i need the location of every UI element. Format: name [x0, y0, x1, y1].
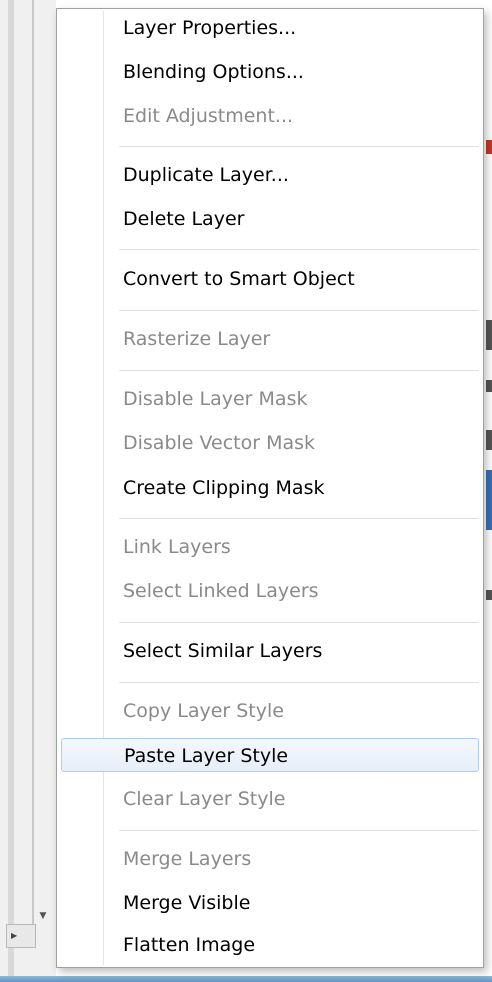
menu-item-delete-layer[interactable]: Delete Layer — [61, 202, 479, 236]
menu-item-copy-layer-style: Copy Layer Style — [61, 694, 479, 728]
layer-context-menu: Layer Properties... Blending Options... … — [56, 8, 484, 968]
background-right-edge — [484, 0, 492, 982]
menu-separator — [119, 370, 479, 372]
menu-separator — [119, 682, 479, 684]
taskbar-edge — [0, 976, 492, 982]
menu-item-flatten-image[interactable]: Flatten Image — [61, 928, 479, 962]
menu-item-disable-layer-mask: Disable Layer Mask — [61, 382, 479, 416]
menu-item-edit-adjustment: Edit Adjustment... — [61, 99, 479, 133]
menu-item-blending-options[interactable]: Blending Options... — [61, 55, 479, 89]
scroll-right-arrow-icon: ▶ — [11, 931, 18, 940]
menu-item-label: Edit Adjustment... — [123, 105, 294, 127]
menu-item-convert-to-smart-object[interactable]: Convert to Smart Object — [61, 262, 479, 296]
menu-item-label: Paste Layer Style — [124, 745, 289, 767]
background-fragment — [486, 470, 492, 530]
menu-item-label: Disable Layer Mask — [123, 388, 308, 410]
menu-item-label: Duplicate Layer... — [123, 164, 289, 186]
menu-item-label: Layer Properties... — [123, 17, 297, 39]
menu-item-label: Select Linked Layers — [123, 580, 319, 602]
menu-item-disable-vector-mask: Disable Vector Mask — [61, 426, 479, 460]
menu-item-label: Merge Layers — [123, 848, 252, 870]
menu-item-label: Rasterize Layer — [123, 328, 271, 350]
background-fragment — [486, 590, 492, 600]
menu-separator — [119, 146, 479, 148]
menu-item-paste-layer-style[interactable]: Paste Layer Style — [61, 738, 479, 772]
menu-item-link-layers: Link Layers — [61, 530, 479, 564]
menu-item-create-clipping-mask[interactable]: Create Clipping Mask — [61, 471, 479, 505]
menu-item-duplicate-layer[interactable]: Duplicate Layer... — [61, 158, 479, 192]
menu-item-label: Clear Layer Style — [123, 788, 286, 810]
menu-item-label: Copy Layer Style — [123, 700, 284, 722]
menu-item-select-linked-layers: Select Linked Layers — [61, 574, 479, 608]
background-panel: ▼ ▶ — [0, 0, 56, 982]
menu-item-label: Create Clipping Mask — [123, 477, 325, 499]
menu-item-label: Flatten Image — [123, 934, 256, 956]
menu-item-merge-visible[interactable]: Merge Visible — [61, 886, 479, 920]
menu-item-label: Convert to Smart Object — [123, 268, 355, 290]
panel-divider — [32, 0, 34, 930]
menu-item-merge-layers: Merge Layers — [61, 842, 479, 876]
background-fragment — [486, 140, 492, 154]
menu-separator — [119, 622, 479, 624]
menu-item-label: Blending Options... — [123, 61, 304, 83]
menu-item-label: Link Layers — [123, 536, 231, 558]
menu-item-select-similar-layers[interactable]: Select Similar Layers — [61, 634, 479, 668]
menu-item-label: Delete Layer — [123, 208, 245, 230]
background-fragment — [486, 320, 492, 350]
menu-item-label: Merge Visible — [123, 892, 251, 914]
menu-separator — [119, 830, 479, 832]
menu-item-label: Select Similar Layers — [123, 640, 323, 662]
scroll-corner[interactable]: ▶ — [6, 924, 36, 948]
background-fragment — [486, 380, 492, 392]
panel-border — [8, 0, 14, 982]
menu-separator — [119, 310, 479, 312]
menu-item-layer-properties[interactable]: Layer Properties... — [61, 11, 479, 45]
menu-item-label: Disable Vector Mask — [123, 432, 316, 454]
menu-separator — [119, 518, 479, 520]
menu-item-rasterize-layer: Rasterize Layer — [61, 322, 479, 356]
background-fragment — [486, 430, 492, 450]
menu-separator — [119, 249, 479, 251]
menu-item-clear-layer-style: Clear Layer Style — [61, 782, 479, 816]
scroll-down-arrow-icon[interactable]: ▼ — [34, 908, 52, 924]
